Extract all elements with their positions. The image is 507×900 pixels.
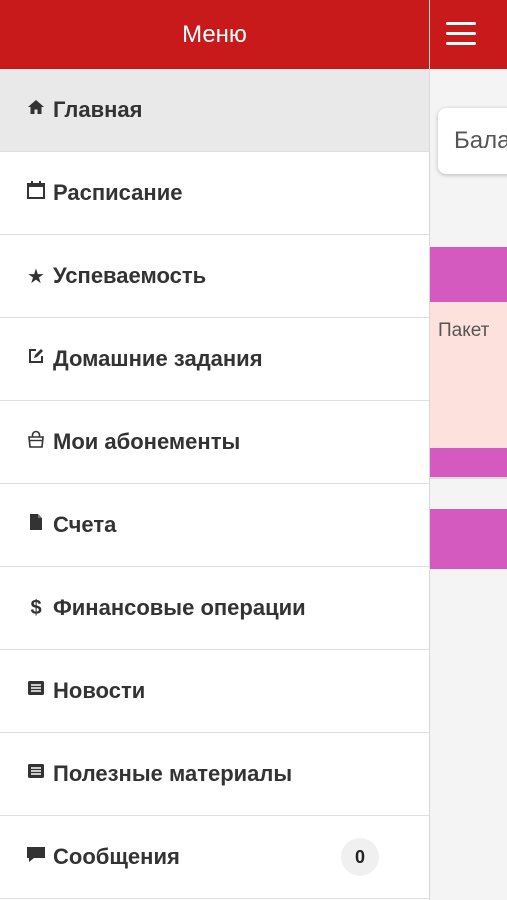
star-icon: ★ [27,265,45,288]
sidebar-item-schedule[interactable]: Расписание [0,152,429,235]
sidebar-item-label: Домашние задания [53,346,263,371]
sidebar-item-finance[interactable]: $ Финансовые операции [0,567,429,650]
file-icon [25,513,47,537]
hamburger-menu-icon[interactable] [446,22,476,46]
sidebar-item-label: Новости [53,678,146,703]
divider [430,477,507,479]
sidebar-item-news[interactable]: Новости [0,650,429,733]
sidebar-item-label: Счета [53,512,117,537]
balance-card[interactable]: Бала [438,108,507,174]
home-icon [25,98,47,122]
package-footer-bar [430,448,507,477]
top-bar [430,0,507,69]
bag-icon [25,429,47,455]
sidebar-item-label: Успеваемость [53,263,207,288]
chat-icon [25,845,47,869]
balance-label: Бала [454,127,507,154]
package-header-bar [430,247,507,302]
main-content: Бала Пакет [430,0,507,900]
sidebar-item-subscriptions[interactable]: Мои абонементы [0,401,429,484]
list-icon [25,762,47,786]
package-label: Пакет [438,320,490,341]
sidebar-menu: Меню Главная Расписание ★ Успеваемость Д… [0,0,430,900]
sidebar-item-label: Мои абонементы [53,429,241,454]
edit-icon [25,347,47,371]
sidebar-item-label: Финансовые операции [53,595,306,620]
sidebar-item-homework[interactable]: Домашние задания [0,318,429,401]
sidebar-item-label: Полезные материалы [53,761,293,786]
sidebar-item-materials[interactable]: Полезные материалы [0,733,429,816]
sidebar-item-label: Сообщения [53,844,180,869]
calendar-icon [25,180,47,206]
second-package-header-bar [430,509,507,569]
sidebar-item-label: Главная [53,97,143,122]
dollar-icon: $ [30,596,42,619]
sidebar-item-messages[interactable]: Сообщения 0 [0,816,429,899]
sidebar-item-home[interactable]: Главная [0,69,429,152]
messages-count-badge: 0 [341,838,379,876]
sidebar-item-invoices[interactable]: Счета [0,484,429,567]
list-icon [25,679,47,703]
package-box: Пакет [430,302,507,448]
sidebar-item-label: Расписание [53,180,183,205]
menu-title: Меню [0,0,429,69]
sidebar-item-performance[interactable]: ★ Успеваемость [0,235,429,318]
